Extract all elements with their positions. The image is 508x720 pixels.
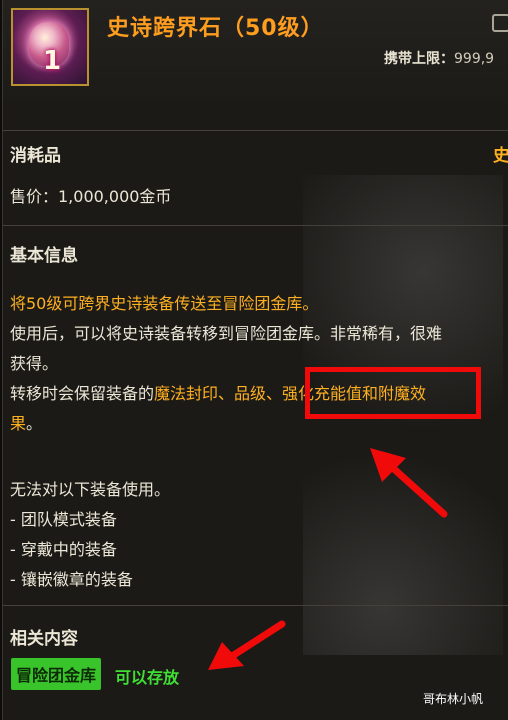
- carry-limit-label: 携带上限：: [384, 51, 454, 67]
- restriction-item: - 团队模式装备: [10, 510, 117, 529]
- divider: [3, 130, 508, 131]
- item-category: 消耗品: [10, 146, 61, 166]
- annotation-highlight-box: [305, 367, 481, 419]
- item-price: 售价：1,000,000金币: [10, 187, 172, 206]
- lock-checkbox[interactable]: [492, 14, 508, 32]
- restriction-item: - 穿戴中的装备: [10, 540, 117, 559]
- item-name: 史诗跨界石（50级）: [107, 16, 324, 41]
- divider: [3, 605, 508, 606]
- carry-limit-value: 999,9: [454, 51, 495, 67]
- annotation-arrow-icon: [208, 620, 286, 670]
- tooltip-header: 1 史诗跨界石（50级） 携带上限：999,9: [3, 0, 508, 102]
- description-line-2: 使用后，可以将史诗装备转移到冒险团金库。非常稀有，很难: [10, 324, 443, 343]
- description-line-5: 果。: [10, 410, 42, 434]
- related-content-title: 相关内容: [10, 629, 78, 649]
- carry-limit: 携带上限：999,9: [384, 48, 494, 68]
- annotation-arrow-icon: [370, 448, 448, 518]
- adventure-vault-tag: 冒险团金库: [11, 658, 102, 690]
- preserved-attributes-end: 果: [10, 414, 27, 433]
- item-icon-number: 1: [43, 46, 62, 76]
- basic-info-title: 基本信息: [10, 246, 78, 266]
- watermark-text: 哥布林小帆: [423, 692, 484, 706]
- restriction-item: - 镶嵌徽章的装备: [10, 570, 133, 589]
- description-line-5-suffix: 。: [26, 414, 43, 433]
- description-line-1: 将50级可跨界史诗装备传送至冒险团金库。: [10, 294, 319, 313]
- epic-stone-item-icon: 1: [11, 8, 89, 86]
- item-rarity-label: 史: [493, 141, 508, 166]
- description-line-4-prefix: 转移时会保留装备的: [10, 384, 155, 403]
- item-tooltip-panel: 1 史诗跨界石（50级） 携带上限：999,9 消耗品 史 售价：1,000,0…: [2, 0, 508, 720]
- storable-status: 可以存放: [115, 668, 180, 687]
- restriction-title: 无法对以下装备使用。: [10, 480, 171, 499]
- description-line-3: 获得。: [10, 354, 59, 373]
- divider: [3, 225, 508, 226]
